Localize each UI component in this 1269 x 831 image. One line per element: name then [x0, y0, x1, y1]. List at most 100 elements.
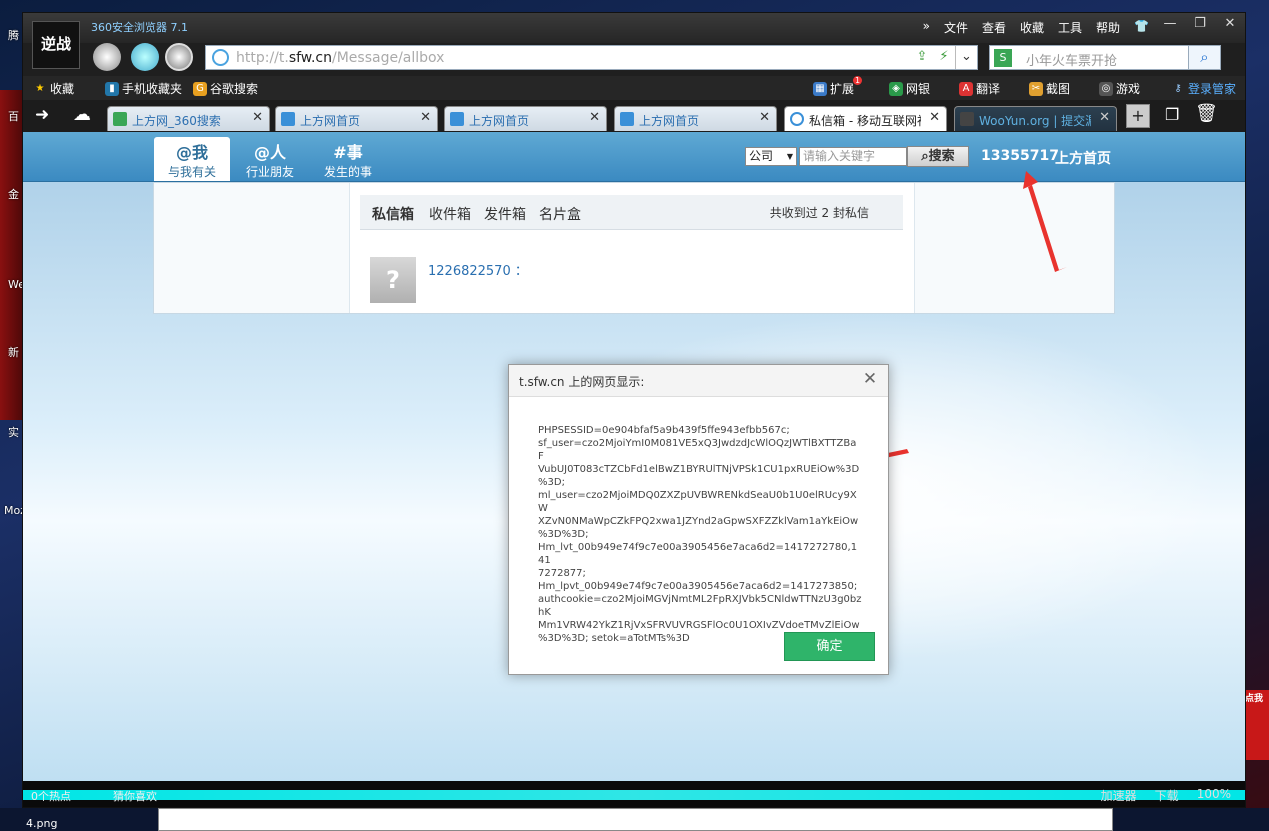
tab-title: 上方网_360搜索 [132, 114, 221, 128]
translate-button[interactable]: A 翻译 [959, 80, 1000, 97]
address-prefix: http://t. [236, 50, 289, 66]
maximize-button[interactable]: ❐ [1185, 13, 1215, 35]
search-box[interactable]: S 小年火车票开抢 ⌕ [989, 45, 1221, 70]
bank-button[interactable]: ◈ 网银 [889, 80, 930, 97]
screenshot-button[interactable]: ✂ 截图 [1029, 80, 1070, 97]
tab-sfw-home-3[interactable]: 上方网首页 ✕ [614, 106, 777, 131]
status-tools: 加速器 下载 100% [1101, 787, 1231, 804]
close-icon[interactable]: ✕ [860, 369, 880, 389]
tab-360-search[interactable]: 上方网_360搜索 ✕ [107, 106, 270, 131]
extensions-button[interactable]: ▦ 扩展 [813, 80, 854, 97]
tab-close-icon[interactable]: ✕ [420, 110, 431, 125]
login-manager-button[interactable]: ⚷ 登录管家 [1171, 80, 1236, 97]
sidebar-toggle-icon[interactable]: ➜ [35, 105, 49, 125]
address-bar[interactable]: http://t.sfw.cn/Message/allbox ⇪ ⚡ ⌄ [205, 45, 978, 70]
browser-window: 360安全浏览器 7.1 » 文件 查看 收藏 工具 帮助 👕 — ❐ ✕ 逆战… [22, 12, 1246, 808]
cloud-icon[interactable]: ☁ [73, 104, 91, 125]
desktop-widget[interactable]: 点我 [1245, 690, 1269, 760]
tab-bar: ➜ ☁ 上方网_360搜索 ✕ 上方网首页 ✕ 上方网首页 ✕ 上方网首页 ✕ 私信箱 … [23, 100, 1245, 132]
accelerator-button[interactable]: 加速器 [1101, 787, 1137, 804]
address-path: /Message/allbox [332, 50, 445, 66]
tab-favicon [113, 112, 127, 126]
download-button[interactable]: 下载 [1155, 787, 1179, 804]
desktop-icon-label[interactable]: 腾 [8, 27, 19, 43]
screen-artifact [23, 790, 1245, 800]
tab-close-icon[interactable]: ✕ [1099, 110, 1110, 125]
mobile-favorites-button[interactable]: ▮ 手机收藏夹 [105, 80, 182, 97]
zoom-level[interactable]: 100% [1197, 787, 1231, 804]
navigation-bar: http://t.sfw.cn/Message/allbox ⇪ ⚡ ⌄ S 小… [23, 43, 1245, 76]
speed-mode-icon[interactable]: ⚡ [933, 46, 955, 69]
menu-file[interactable]: 文件 [944, 19, 968, 36]
address-text[interactable]: http://t.sfw.cn/Message/allbox [236, 50, 444, 66]
close-window-button[interactable]: ✕ [1215, 13, 1245, 35]
tab-title: 私信箱 - 移动互联网社 [809, 114, 921, 128]
tab-title: WooYun.org | 提交漏洞 [979, 114, 1091, 128]
games-label: 游戏 [1116, 82, 1141, 96]
security-icon [212, 49, 229, 66]
taskbar-pane[interactable] [158, 808, 1113, 831]
recommend-status[interactable]: 猜你喜欢 [113, 788, 157, 804]
google-search-link[interactable]: G 谷歌搜索 [193, 80, 258, 97]
desktop-icon-label[interactable]: 百 [8, 108, 19, 124]
address-dropdown-icon[interactable]: ⌄ [955, 46, 977, 69]
back-button[interactable] [93, 43, 121, 71]
tab-close-icon[interactable]: ✕ [589, 110, 600, 125]
share-icon[interactable]: ⇪ [911, 46, 933, 69]
google-icon: G [193, 81, 207, 96]
search-input[interactable]: 小年火车票开抢 [1026, 50, 1117, 69]
favorites-label: 收藏 [50, 82, 75, 96]
tab-close-icon[interactable]: ✕ [759, 110, 770, 125]
desktop-icon-label[interactable]: 金 [8, 186, 19, 202]
bank-label: 网银 [906, 82, 931, 96]
menu-help[interactable]: 帮助 [1096, 19, 1120, 36]
translate-icon: A [959, 81, 973, 96]
menu-favorites[interactable]: 收藏 [1020, 19, 1044, 36]
refresh-button[interactable] [131, 43, 159, 71]
gamepad-icon: ◎ [1099, 81, 1113, 96]
favorites-button[interactable]: ★ 收藏 [33, 80, 75, 97]
tab-close-icon[interactable]: ✕ [929, 110, 940, 125]
login-manager-label: 登录管家 [1188, 82, 1237, 96]
browser-logo[interactable]: 逆战 [32, 21, 80, 69]
games-button[interactable]: ◎ 游戏 [1099, 80, 1140, 97]
restore-tab-icon[interactable]: ❐ [1165, 105, 1179, 124]
hotspot-status[interactable]: 0个热点 [31, 788, 71, 804]
taskbar-file-label[interactable]: 4.png [26, 817, 57, 830]
menu-view[interactable]: 查看 [982, 19, 1006, 36]
extension-icon: ▦ [813, 81, 827, 96]
logo-text: 逆战 [40, 35, 71, 53]
menu-tools[interactable]: 工具 [1058, 19, 1082, 36]
tab-favicon [281, 112, 295, 126]
translate-label: 翻译 [976, 82, 1001, 96]
search-engine-icon[interactable]: S [994, 49, 1012, 67]
tab-message-box[interactable]: 私信箱 - 移动互联网社 ✕ [784, 106, 947, 131]
tab-title: 上方网首页 [469, 114, 530, 128]
skin-icon[interactable]: 👕 [1134, 19, 1149, 36]
menu-more[interactable]: » [923, 19, 930, 36]
tab-wooyun[interactable]: WooYun.org | 提交漏洞 ✕ [954, 106, 1117, 131]
tab-sfw-home-1[interactable]: 上方网首页 ✕ [275, 106, 438, 131]
tab-sfw-home-2[interactable]: 上方网首页 ✕ [444, 106, 607, 131]
ok-button[interactable]: 确定 [784, 632, 875, 661]
scissors-icon: ✂ [1029, 81, 1043, 96]
tab-close-icon[interactable]: ✕ [252, 110, 263, 125]
desktop-icon-label[interactable]: 实 [8, 424, 19, 440]
window-controls: — ❐ ✕ [1155, 13, 1245, 35]
dialog-header: t.sfw.cn 上的网页显示: ✕ [509, 365, 888, 397]
tab-favicon [620, 112, 634, 126]
desktop-icon-label[interactable]: 新 [8, 344, 19, 360]
tab-title: 上方网首页 [300, 114, 361, 128]
minimize-button[interactable]: — [1155, 13, 1185, 35]
home-button[interactable] [165, 43, 193, 71]
trash-icon[interactable]: 🗑 [1195, 103, 1218, 124]
star-icon: ★ [35, 82, 45, 94]
address-domain: sfw.cn [288, 50, 332, 66]
new-tab-button[interactable]: + [1126, 104, 1150, 128]
dialog-title: t.sfw.cn 上的网页显示: [519, 375, 645, 389]
tab-favicon [450, 112, 464, 126]
screenshot-label: 截图 [1046, 82, 1071, 96]
favorites-bar: ★ 收藏 ▮ 手机收藏夹 G 谷歌搜索 ▦ 扩展 1 ◈ 网银 A 翻译 ✂ 截图 ◎ 游戏 ⚷… [23, 76, 1245, 100]
search-icon[interactable]: ⌕ [1188, 46, 1220, 69]
dialog-message: PHPSESSID=0e904bfaf5a9b439f5ffe943efbb56… [538, 425, 862, 644]
